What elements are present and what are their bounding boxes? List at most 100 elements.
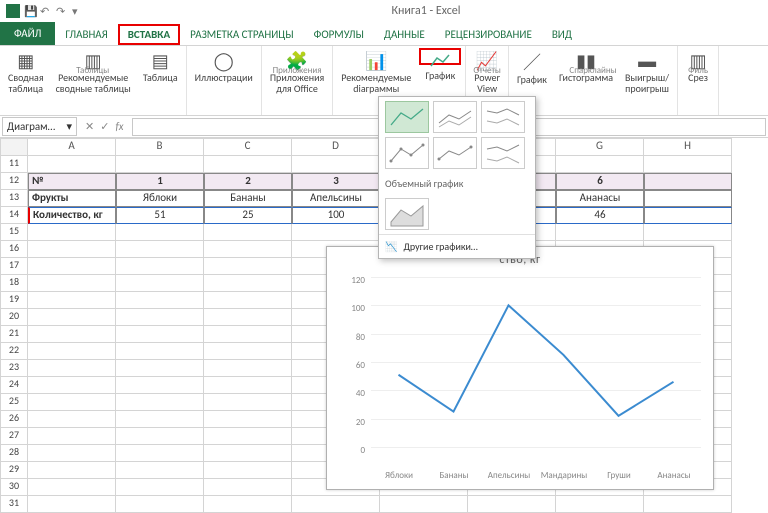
- cell[interactable]: [644, 207, 732, 224]
- cell[interactable]: [116, 394, 204, 411]
- row-head[interactable]: 15: [0, 224, 28, 241]
- col-head[interactable]: D: [292, 138, 380, 156]
- col-head[interactable]: A: [28, 138, 116, 156]
- chart-type-100stacked-line-markers[interactable]: [481, 137, 525, 169]
- cell[interactable]: [28, 445, 116, 462]
- col-head[interactable]: H: [644, 138, 732, 156]
- row-head[interactable]: 26: [0, 411, 28, 428]
- cell[interactable]: [204, 309, 292, 326]
- illustrations-button[interactable]: ◯Иллюстрации: [191, 48, 257, 65]
- cell[interactable]: [116, 258, 204, 275]
- cell[interactable]: [116, 479, 204, 496]
- cell[interactable]: [204, 394, 292, 411]
- cell[interactable]: [116, 241, 204, 258]
- cell[interactable]: [28, 462, 116, 479]
- row-head[interactable]: 21: [0, 326, 28, 343]
- tab-home[interactable]: ГЛАВНАЯ: [55, 24, 117, 45]
- row-head[interactable]: 11: [0, 156, 28, 173]
- save-icon[interactable]: 💾: [24, 5, 36, 17]
- cell[interactable]: [292, 496, 380, 513]
- cell[interactable]: [204, 496, 292, 513]
- tab-insert[interactable]: ВСТАВКА: [118, 24, 180, 45]
- line-chart-button[interactable]: График: [419, 48, 461, 65]
- cell[interactable]: [28, 479, 116, 496]
- tab-view[interactable]: ВИД: [542, 24, 582, 45]
- row-head[interactable]: 23: [0, 360, 28, 377]
- cell[interactable]: №: [28, 173, 116, 190]
- cell[interactable]: [116, 496, 204, 513]
- cell[interactable]: [116, 445, 204, 462]
- row-head[interactable]: 31: [0, 496, 28, 513]
- cell[interactable]: [28, 343, 116, 360]
- cell[interactable]: 51: [116, 207, 204, 224]
- tab-data[interactable]: ДАННЫЕ: [374, 24, 435, 45]
- cell[interactable]: [204, 326, 292, 343]
- row-head[interactable]: 13: [0, 190, 28, 207]
- cell[interactable]: 25: [204, 207, 292, 224]
- name-box[interactable]: Диаграм…▾: [2, 117, 77, 136]
- embedded-chart[interactable]: ство, кг 020406080100120ЯблокиБананыАпел…: [326, 246, 714, 490]
- row-head[interactable]: 12: [0, 173, 28, 190]
- cell[interactable]: [28, 360, 116, 377]
- chart-plot-area[interactable]: [371, 277, 701, 447]
- cell[interactable]: [28, 258, 116, 275]
- chart-type-stacked-line-markers[interactable]: [433, 137, 477, 169]
- cell[interactable]: [204, 224, 292, 241]
- cancel-icon[interactable]: ✕: [85, 120, 94, 133]
- cell[interactable]: [204, 360, 292, 377]
- cell[interactable]: [28, 292, 116, 309]
- cell[interactable]: [644, 156, 732, 173]
- col-head[interactable]: C: [204, 138, 292, 156]
- col-head[interactable]: G: [556, 138, 644, 156]
- cell[interactable]: [204, 445, 292, 462]
- powerview-button[interactable]: 📈Power View: [470, 48, 504, 65]
- redo-icon[interactable]: ↷: [56, 5, 68, 17]
- cell[interactable]: [204, 156, 292, 173]
- chart-type-stacked-line[interactable]: [433, 101, 477, 133]
- sparkline-line-button[interactable]: ／График: [513, 48, 551, 65]
- chart-type-line-markers[interactable]: [385, 137, 429, 169]
- cell[interactable]: 100: [292, 207, 380, 224]
- cell[interactable]: Ананасы: [556, 190, 644, 207]
- cell[interactable]: [644, 224, 732, 241]
- apps-button[interactable]: 🧩Приложения для Office: [266, 48, 328, 65]
- cell[interactable]: [28, 224, 116, 241]
- cell[interactable]: 3: [292, 173, 380, 190]
- cell[interactable]: [380, 496, 468, 513]
- cell[interactable]: [28, 496, 116, 513]
- cell[interactable]: [204, 275, 292, 292]
- cell[interactable]: [204, 343, 292, 360]
- cell[interactable]: [28, 309, 116, 326]
- cell[interactable]: [116, 428, 204, 445]
- chart-type-100stacked-line[interactable]: [481, 101, 525, 133]
- tab-review[interactable]: РЕЦЕНЗИРОВАНИЕ: [435, 24, 542, 45]
- cell[interactable]: [28, 394, 116, 411]
- cell[interactable]: Фрукты: [28, 190, 116, 207]
- cell[interactable]: [116, 275, 204, 292]
- cell[interactable]: Количество, кг: [28, 207, 116, 224]
- row-head[interactable]: 20: [0, 309, 28, 326]
- cell[interactable]: 2: [204, 173, 292, 190]
- cell[interactable]: Бананы: [204, 190, 292, 207]
- row-head[interactable]: 14: [0, 207, 28, 224]
- cell[interactable]: [116, 326, 204, 343]
- row-head[interactable]: 29: [0, 462, 28, 479]
- cell[interactable]: [28, 156, 116, 173]
- cell[interactable]: [204, 241, 292, 258]
- cell[interactable]: [644, 496, 732, 513]
- cell[interactable]: Апельсины: [292, 190, 380, 207]
- chart-type-3d-line[interactable]: [385, 198, 429, 230]
- tab-file[interactable]: ФАЙЛ: [0, 22, 55, 45]
- cell[interactable]: [468, 496, 556, 513]
- cell[interactable]: [116, 411, 204, 428]
- cell[interactable]: [292, 156, 380, 173]
- row-head[interactable]: 22: [0, 343, 28, 360]
- cell[interactable]: [556, 496, 644, 513]
- row-head[interactable]: 25: [0, 394, 28, 411]
- row-head[interactable]: 30: [0, 479, 28, 496]
- enter-icon[interactable]: ✓: [100, 120, 109, 133]
- cell[interactable]: [204, 479, 292, 496]
- cell[interactable]: [116, 224, 204, 241]
- cell[interactable]: [116, 309, 204, 326]
- cell[interactable]: [204, 462, 292, 479]
